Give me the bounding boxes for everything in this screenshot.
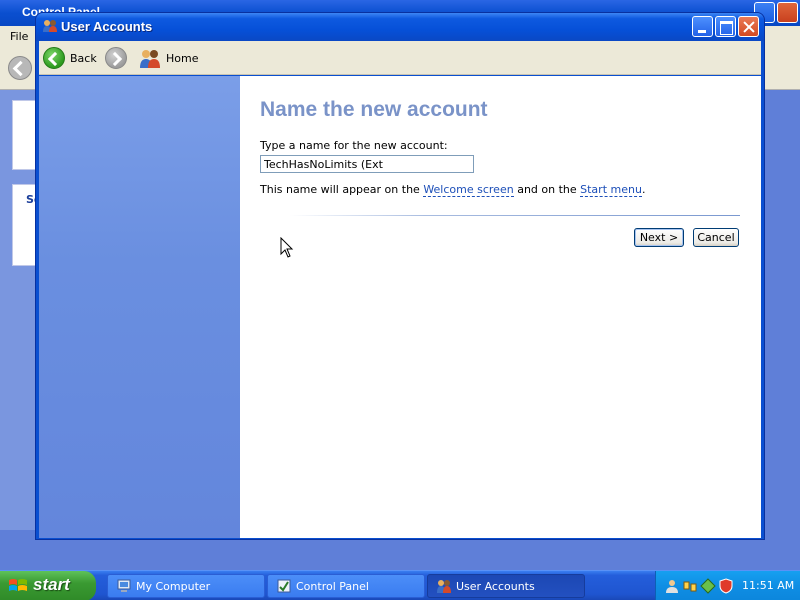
page-title: Name the new account <box>260 98 488 121</box>
info-suffix: . <box>641 183 646 196</box>
user-accounts-icon <box>437 580 451 593</box>
user-accounts-window: User Accounts Back Home Name the new acc… <box>35 12 765 540</box>
home-button[interactable]: Home <box>139 45 199 71</box>
minimize-button[interactable] <box>692 16 713 37</box>
window-title: User Accounts <box>61 19 153 34</box>
taskbar-item-label: User Accounts <box>456 580 535 593</box>
start-button[interactable]: start <box>0 571 96 600</box>
background-back-icon[interactable] <box>8 56 32 80</box>
back-arrow-icon <box>43 47 65 69</box>
close-button[interactable] <box>738 16 759 37</box>
network-tray-icon[interactable] <box>682 578 698 594</box>
update-tray-icon[interactable] <box>700 578 716 594</box>
info-middle: and on the <box>513 183 581 196</box>
user-accounts-icon <box>43 20 57 32</box>
menu-file[interactable]: File <box>10 30 28 43</box>
forward-arrow-icon <box>105 47 127 69</box>
back-button[interactable]: Back <box>43 45 101 71</box>
separator <box>290 215 740 216</box>
home-label: Home <box>166 52 199 65</box>
maximize-button[interactable] <box>715 16 736 37</box>
back-label: Back <box>70 52 97 65</box>
windows-logo-icon <box>9 579 27 591</box>
system-tray: 11:51 AM <box>655 571 800 600</box>
taskbar-item-my-computer[interactable]: My Computer <box>107 574 265 598</box>
mouse-pointer-icon <box>280 237 294 258</box>
clock: 11:51 AM <box>742 579 795 592</box>
security-shield-icon[interactable] <box>718 578 734 594</box>
background-close-button[interactable] <box>777 2 798 23</box>
taskbar-item-control-panel[interactable]: Control Panel <box>267 574 425 598</box>
user-tray-icon[interactable] <box>664 578 680 594</box>
task-pane <box>39 76 240 538</box>
users-home-icon <box>140 50 160 68</box>
info-text: This name will appear on the Welcome scr… <box>260 183 646 197</box>
taskbar-item-label: My Computer <box>136 580 211 593</box>
account-name-prompt: Type a name for the new account: <box>260 139 448 152</box>
taskbar: start My Computer Control Panel User Acc… <box>0 570 800 600</box>
navigation-toolbar: Back Home <box>39 41 761 75</box>
title-bar[interactable]: User Accounts <box>36 13 764 41</box>
taskbar-item-label: Control Panel <box>296 580 369 593</box>
control-panel-icon <box>277 579 291 593</box>
next-button[interactable]: Next > <box>634 228 684 247</box>
start-menu-link[interactable]: Start menu <box>580 183 642 197</box>
content-pane: Name the new account Type a name for the… <box>240 76 761 538</box>
my-computer-icon <box>117 579 131 592</box>
forward-button[interactable] <box>105 47 127 69</box>
cancel-button[interactable]: Cancel <box>693 228 739 247</box>
start-label: start <box>33 575 70 594</box>
account-name-input[interactable] <box>260 155 474 173</box>
info-prefix: This name will appear on the <box>260 183 424 196</box>
taskbar-item-user-accounts[interactable]: User Accounts <box>427 574 585 598</box>
welcome-screen-link[interactable]: Welcome screen <box>423 183 514 197</box>
